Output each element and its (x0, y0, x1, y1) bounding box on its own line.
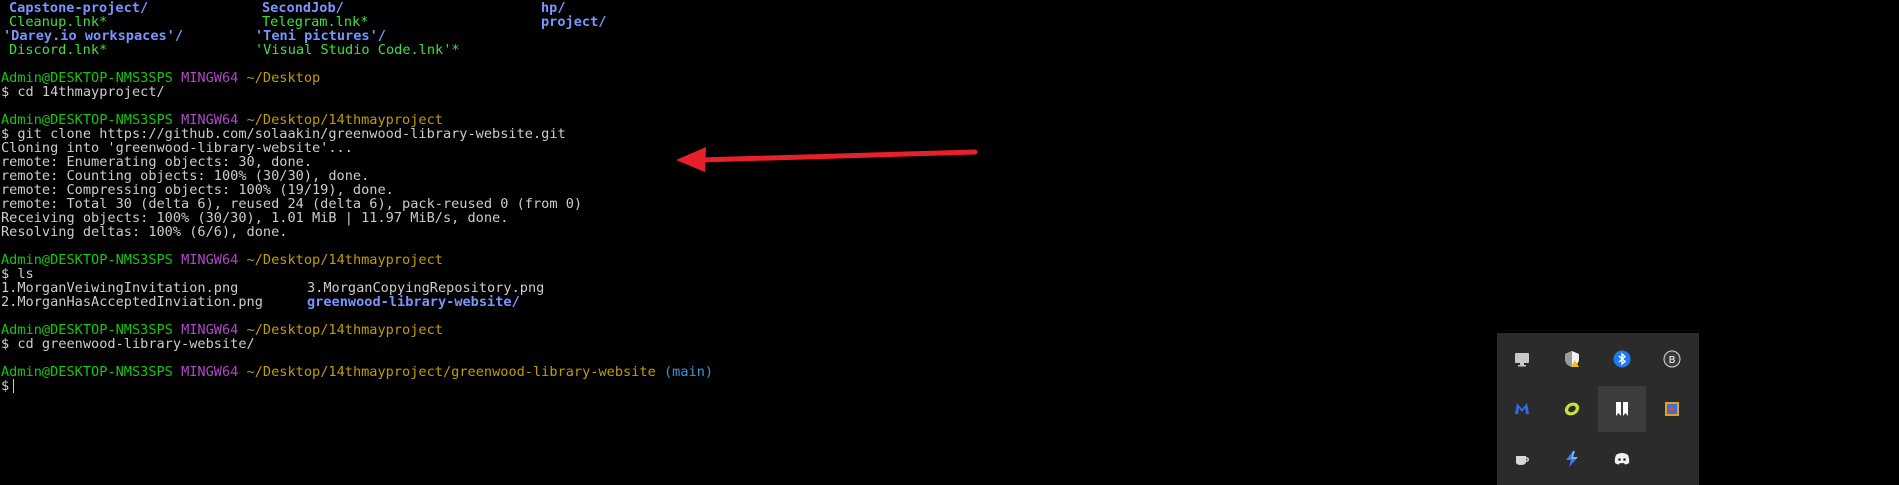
output-line: Resolving deltas: 100% (6/6), done. (1, 224, 288, 240)
input-line[interactable]: $ (1, 378, 15, 395)
malwarebytes-icon[interactable] (1498, 386, 1546, 432)
text-cursor (13, 379, 15, 393)
prompt-path: ~/Desktop/14thmayproject/greenwood-libra… (246, 364, 656, 380)
bluetooth-icon[interactable] (1598, 336, 1646, 382)
arrow-head (676, 147, 706, 172)
prompt-shell: MINGW64 (181, 364, 239, 380)
system-tray-overflow-panel: B (1497, 333, 1699, 485)
arrow-shaft (697, 149, 978, 163)
discord-icon[interactable] (1598, 436, 1646, 482)
file-entry: 2.MorganHasAcceptedInviation.png (1, 294, 263, 310)
display-icon[interactable] (1498, 336, 1546, 382)
dir-entry: greenwood-library-website/ (307, 294, 520, 310)
prompt-line: Admin@DESKTOP-NMS3SPS MINGW64 ~/Desktop/… (1, 364, 713, 381)
lime-app-icon[interactable] (1548, 386, 1596, 432)
git-branch-label: (main) (663, 364, 714, 380)
prompt-line: Admin@DESKTOP-NMS3SPS MINGW64 ~/Desktop/… (1, 252, 443, 269)
app-b-icon[interactable]: B (1648, 336, 1696, 382)
security-shield-icon[interactable] (1548, 336, 1596, 382)
command-line: $ cd greenwood-library-website/ (1, 336, 255, 352)
lightning-app-icon[interactable] (1548, 436, 1596, 482)
prompt-symbol: $ (1, 378, 10, 394)
prompt-shell: MINGW64 (181, 252, 239, 268)
svg-text:B: B (1669, 355, 1676, 366)
red-arrow-annotation (676, 147, 978, 172)
coffee-cup-icon[interactable] (1498, 436, 1546, 482)
prompt-user-host: Admin@DESKTOP-NMS3SPS (1, 364, 173, 380)
prompt-path: ~/Desktop/14thmayproject (246, 252, 443, 268)
prompt-path: ~/Desktop/14thmayproject (246, 322, 443, 338)
bookmark-app-icon[interactable] (1598, 386, 1646, 432)
color-app-icon[interactable] (1648, 386, 1696, 432)
